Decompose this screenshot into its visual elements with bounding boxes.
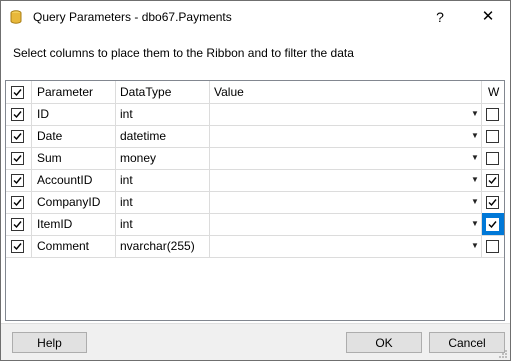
grid-header: Parameter DataType Value W bbox=[6, 81, 504, 104]
resize-grip-icon[interactable] bbox=[498, 349, 508, 359]
value-cell[interactable]: ▼ bbox=[210, 103, 482, 125]
row-select-checkbox[interactable] bbox=[11, 240, 24, 253]
w-cell bbox=[482, 169, 504, 191]
table-row[interactable]: ID int ▼ bbox=[6, 103, 504, 126]
w-checkbox[interactable] bbox=[486, 196, 499, 209]
chevron-down-icon[interactable]: ▼ bbox=[469, 213, 481, 234]
datatype-cell[interactable]: int bbox=[116, 213, 210, 235]
row-select-checkbox[interactable] bbox=[11, 196, 24, 209]
window-title: Query Parameters - dbo67.Payments bbox=[33, 10, 232, 24]
select-all-cell bbox=[6, 81, 32, 103]
instruction-text: Select columns to place them to the Ribb… bbox=[13, 46, 354, 60]
parameter-cell[interactable]: ItemID bbox=[32, 213, 116, 235]
table-row[interactable]: ItemID int ▼ bbox=[6, 213, 504, 236]
row-select-cell bbox=[6, 125, 32, 147]
row-select-checkbox[interactable] bbox=[11, 130, 24, 143]
chevron-down-icon[interactable]: ▼ bbox=[469, 147, 481, 168]
cancel-button[interactable]: Cancel bbox=[429, 332, 505, 353]
row-select-cell bbox=[6, 103, 32, 125]
row-select-cell bbox=[6, 213, 32, 235]
datatype-cell[interactable]: money bbox=[116, 147, 210, 169]
datatype-cell[interactable]: int bbox=[116, 169, 210, 191]
datatype-cell[interactable]: int bbox=[116, 103, 210, 125]
table-row[interactable]: Date datetime ▼ bbox=[6, 125, 504, 148]
value-cell[interactable]: ▼ bbox=[210, 147, 482, 169]
table-row[interactable]: Sum money ▼ bbox=[6, 147, 504, 170]
w-checkbox[interactable] bbox=[486, 130, 499, 143]
value-cell[interactable]: ▼ bbox=[210, 235, 482, 257]
close-button[interactable]: ✕ bbox=[467, 5, 509, 29]
header-datatype: DataType bbox=[116, 81, 210, 103]
select-all-checkbox[interactable] bbox=[11, 86, 24, 99]
row-select-cell bbox=[6, 147, 32, 169]
chevron-down-icon[interactable]: ▼ bbox=[469, 125, 481, 146]
parameter-cell[interactable]: Date bbox=[32, 125, 116, 147]
w-cell bbox=[482, 125, 504, 147]
header-parameter: Parameter bbox=[32, 81, 116, 103]
w-cell bbox=[482, 191, 504, 213]
dialog-footer: Help OK Cancel bbox=[1, 323, 510, 360]
w-checkbox[interactable] bbox=[486, 240, 499, 253]
query-parameters-dialog: Query Parameters - dbo67.Payments ? ✕ Se… bbox=[0, 0, 511, 361]
w-checkbox[interactable] bbox=[486, 108, 499, 121]
database-icon bbox=[10, 10, 22, 24]
datatype-cell[interactable]: nvarchar(255) bbox=[116, 235, 210, 257]
w-checkbox[interactable] bbox=[486, 218, 499, 231]
value-cell[interactable]: ▼ bbox=[210, 213, 482, 235]
w-checkbox[interactable] bbox=[486, 174, 499, 187]
chevron-down-icon[interactable]: ▼ bbox=[469, 235, 481, 256]
chevron-down-icon[interactable]: ▼ bbox=[469, 103, 481, 124]
value-cell[interactable]: ▼ bbox=[210, 191, 482, 213]
title-help-button[interactable]: ? bbox=[425, 5, 455, 29]
row-select-checkbox[interactable] bbox=[11, 108, 24, 121]
table-row[interactable]: Comment nvarchar(255) ▼ bbox=[6, 235, 504, 258]
table-row[interactable]: CompanyID int ▼ bbox=[6, 191, 504, 214]
value-cell[interactable]: ▼ bbox=[210, 125, 482, 147]
help-button[interactable]: Help bbox=[12, 332, 87, 353]
w-cell bbox=[482, 213, 504, 235]
header-w: W bbox=[488, 85, 500, 99]
title-bar: Query Parameters - dbo67.Payments ? ✕ bbox=[1, 1, 510, 32]
datatype-cell[interactable]: int bbox=[116, 191, 210, 213]
ok-button[interactable]: OK bbox=[346, 332, 422, 353]
chevron-down-icon[interactable]: ▼ bbox=[469, 191, 481, 212]
parameter-cell[interactable]: AccountID bbox=[32, 169, 116, 191]
row-select-checkbox[interactable] bbox=[11, 152, 24, 165]
parameter-cell[interactable]: ID bbox=[32, 103, 116, 125]
datatype-cell[interactable]: datetime bbox=[116, 125, 210, 147]
row-select-cell bbox=[6, 191, 32, 213]
w-checkbox[interactable] bbox=[486, 152, 499, 165]
row-select-cell bbox=[6, 235, 32, 257]
parameter-cell[interactable]: Sum bbox=[32, 147, 116, 169]
row-select-checkbox[interactable] bbox=[11, 218, 24, 231]
row-select-checkbox[interactable] bbox=[11, 174, 24, 187]
w-cell bbox=[482, 147, 504, 169]
w-cell bbox=[482, 103, 504, 125]
parameter-cell[interactable]: Comment bbox=[32, 235, 116, 257]
table-row[interactable]: AccountID int ▼ bbox=[6, 169, 504, 192]
header-value: Value bbox=[210, 81, 482, 103]
value-cell[interactable]: ▼ bbox=[210, 169, 482, 191]
w-cell bbox=[482, 235, 504, 257]
parameters-grid: Parameter DataType Value W ID int ▼ Date dat… bbox=[5, 80, 505, 321]
parameter-cell[interactable]: CompanyID bbox=[32, 191, 116, 213]
chevron-down-icon[interactable]: ▼ bbox=[469, 169, 481, 190]
row-select-cell bbox=[6, 169, 32, 191]
